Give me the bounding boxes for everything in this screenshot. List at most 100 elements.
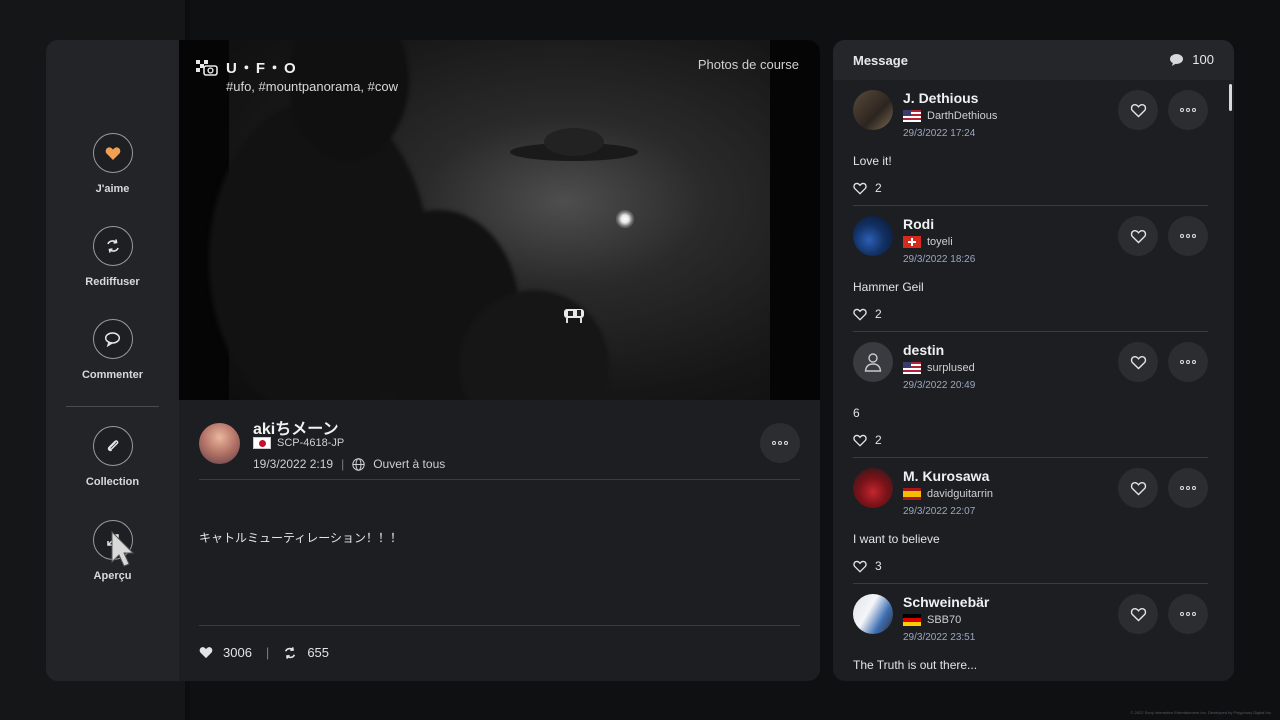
like-action[interactable]: J'aime xyxy=(46,133,179,195)
comment-item: Schweinebär SBB70 29/3/2022 23:51 The Tr… xyxy=(853,584,1208,681)
like-label: J'aime xyxy=(95,183,130,195)
photo-tags: #ufo, #mountpanorama, #cow xyxy=(226,79,398,94)
comment-date: 29/3/2022 22:07 xyxy=(903,506,976,517)
comment-date: 29/3/2022 20:49 xyxy=(903,380,976,391)
comment-username: DarthDethious xyxy=(927,110,998,122)
message-count: 100 xyxy=(1169,52,1214,67)
photo-mode-icon xyxy=(196,59,218,76)
paperclip-icon xyxy=(107,440,118,452)
comment-user: DarthDethious xyxy=(903,110,997,122)
like-button[interactable] xyxy=(92,133,133,173)
comment-more-button[interactable] xyxy=(1168,468,1208,508)
comment-likes: 2 xyxy=(853,181,882,195)
heart-outline-icon xyxy=(853,560,867,573)
cow-shape xyxy=(564,309,584,323)
comment-item: destin surplused 29/3/2022 20:49 6 2 xyxy=(853,332,1208,458)
more-icon xyxy=(1180,234,1196,238)
heart-outline-icon xyxy=(1130,355,1146,369)
post-divider-top xyxy=(199,479,800,480)
comment-avatar[interactable] xyxy=(853,594,893,634)
photo-viewer[interactable]: U・F・O #ufo, #mountpanorama, #cow Photos … xyxy=(179,40,820,400)
repost-button[interactable] xyxy=(92,226,133,266)
comment-avatar[interactable] xyxy=(853,90,893,130)
comment-username: toyeli xyxy=(927,236,953,248)
action-rail: J'aime Rediffuser Commenter Collection A… xyxy=(46,40,179,681)
more-icon xyxy=(1180,360,1196,364)
default-user-icon xyxy=(864,353,882,372)
author-avatar[interactable] xyxy=(199,423,240,464)
comment-like-button[interactable] xyxy=(1118,342,1158,382)
comment-text: I want to believe xyxy=(853,532,940,546)
comment-text: Hammer Geil xyxy=(853,280,924,294)
comment-date: 29/3/2022 17:24 xyxy=(903,128,976,139)
comment-author[interactable]: J. Dethious xyxy=(903,90,978,106)
comment-action[interactable]: Commenter xyxy=(46,319,179,381)
author-name[interactable]: akiちメーン xyxy=(253,415,338,439)
comment-like-button[interactable] xyxy=(1118,468,1158,508)
globe-icon xyxy=(352,457,365,471)
post-text: キャトルミューティレーション！！！ xyxy=(199,531,403,545)
comment-more-button[interactable] xyxy=(1168,216,1208,256)
post-divider-bottom xyxy=(199,625,800,626)
copyright-footer: © 2022 Sony Interactive Entertainment In… xyxy=(1130,710,1272,715)
comment-user: toyeli xyxy=(903,236,953,248)
rail-divider xyxy=(66,406,159,407)
post-more-button[interactable] xyxy=(760,423,800,463)
comment-label: Commenter xyxy=(81,369,144,381)
de-flag-icon xyxy=(903,614,921,626)
repost-icon xyxy=(285,646,296,659)
pointer-cursor-icon xyxy=(111,530,134,567)
comment-like-count: 2 xyxy=(875,181,882,195)
heart-outline-icon xyxy=(853,308,867,321)
preview-label: Aperçu xyxy=(93,570,132,582)
comment-likes: 2 xyxy=(853,433,882,447)
comment-author[interactable]: M. Kurosawa xyxy=(903,468,989,484)
comment-text: The Truth is out there... xyxy=(853,658,978,672)
comment-item: J. Dethious DarthDethious 29/3/2022 17:2… xyxy=(853,80,1208,206)
message-scrollbar[interactable] xyxy=(1229,84,1232,111)
speech-bubble-icon xyxy=(1170,53,1184,66)
comment-text: Love it! xyxy=(853,154,892,168)
comment-avatar[interactable] xyxy=(853,216,893,256)
comment-author[interactable]: destin xyxy=(903,342,944,358)
comment-avatar[interactable] xyxy=(853,342,893,382)
comment-more-button[interactable] xyxy=(1168,342,1208,382)
comment-item: Rodi toyeli 29/3/2022 18:26 Hammer Geil … xyxy=(853,206,1208,332)
comment-author[interactable]: Rodi xyxy=(903,216,934,232)
comment-button[interactable] xyxy=(92,319,133,359)
comment-date: 29/3/2022 18:26 xyxy=(903,254,976,265)
comment-more-button[interactable] xyxy=(1168,594,1208,634)
message-title: Message xyxy=(853,53,908,68)
collection-button[interactable] xyxy=(92,426,133,466)
comment-avatar[interactable] xyxy=(853,468,893,508)
heart-outline-icon xyxy=(1130,481,1146,495)
comment-username: surplused xyxy=(927,362,975,374)
post-date-row: 19/3/2022 2:19 | Ouvert à tous xyxy=(253,457,446,471)
comment-like-button[interactable] xyxy=(1118,90,1158,130)
es-flag-icon xyxy=(903,488,921,500)
photo-category: Photos de course xyxy=(697,57,799,72)
comment-like-count: 3 xyxy=(875,559,882,573)
repost-action[interactable]: Rediffuser xyxy=(46,226,179,288)
comment-user: davidguitarrin xyxy=(903,488,993,500)
post-visibility: Ouvert à tous xyxy=(373,457,446,471)
post-info: akiちメーン SCP-4618-JP 19/3/2022 2:19 | Ouv… xyxy=(179,400,820,681)
comment-user: surplused xyxy=(903,362,975,374)
comment-author[interactable]: Schweinebär xyxy=(903,594,989,610)
comment-username: davidguitarrin xyxy=(927,488,994,500)
comment-like-button[interactable] xyxy=(1118,594,1158,634)
comment-like-button[interactable] xyxy=(1118,216,1158,256)
heart-outline-icon xyxy=(853,182,867,195)
message-header: Message 100 xyxy=(833,40,1234,80)
collection-action[interactable]: Collection xyxy=(46,426,179,488)
author-meta: SCP-4618-JP xyxy=(253,437,344,449)
more-icon xyxy=(1180,612,1196,616)
comment-likes: 2 xyxy=(853,307,882,321)
heart-outline-icon xyxy=(1130,229,1146,243)
author-user-id: SCP-4618-JP xyxy=(277,437,345,449)
comment-more-button[interactable] xyxy=(1168,90,1208,130)
photo-title-row: U・F・O xyxy=(196,57,298,78)
heart-icon xyxy=(105,146,120,160)
comment-text: 6 xyxy=(853,406,860,420)
post-stats: 3006 | 655 xyxy=(199,645,329,660)
